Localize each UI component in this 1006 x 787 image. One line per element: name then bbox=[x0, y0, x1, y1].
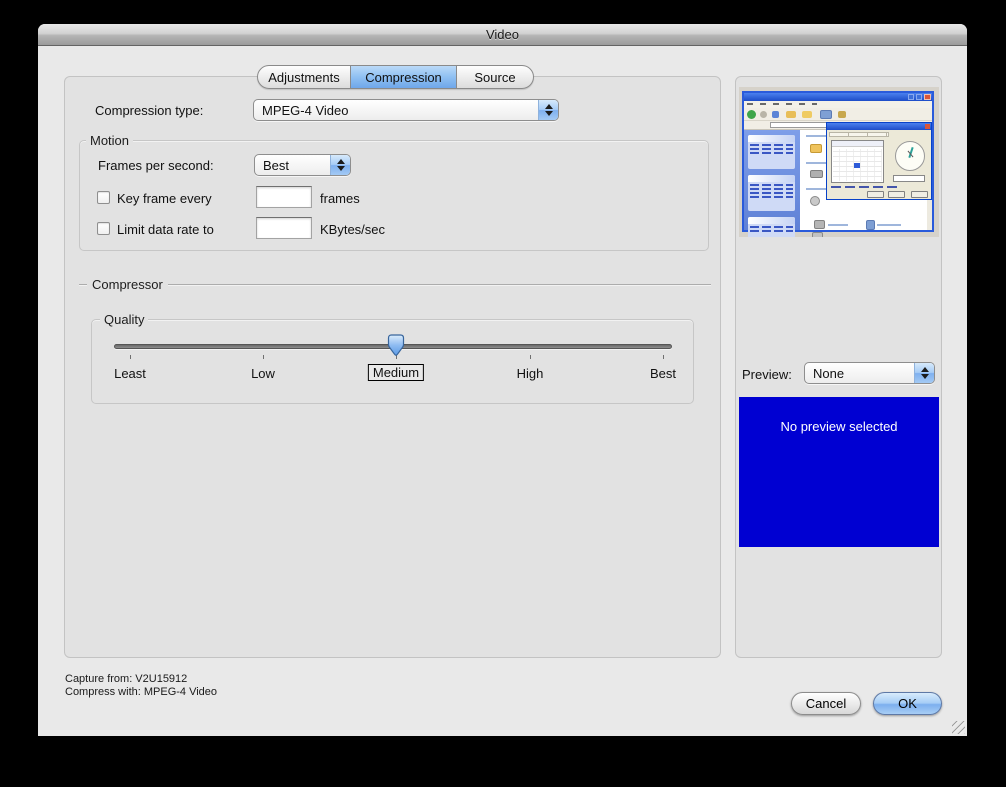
settings-tab-strip: Adjustments Compression Source bbox=[257, 65, 534, 89]
quality-label-high[interactable]: High bbox=[517, 366, 544, 381]
key-frame-unit-label: frames bbox=[320, 191, 360, 206]
thumbnail-datetime-dialog bbox=[826, 122, 932, 200]
capture-from-text: Capture from: V2U15912 bbox=[65, 673, 187, 686]
frames-per-second-select[interactable]: Best bbox=[254, 154, 351, 176]
thumbnail-minimize-icon bbox=[908, 94, 914, 100]
key-frame-label: Key frame every bbox=[117, 191, 212, 206]
cancel-button[interactable]: Cancel bbox=[791, 692, 861, 715]
thumbnail-xp-titlebar bbox=[744, 93, 932, 101]
thumbnail-time-field bbox=[893, 175, 925, 182]
thumbnail-cd-icon bbox=[810, 196, 820, 206]
compress-with-text: Compress with: MPEG-4 Video bbox=[65, 686, 217, 699]
thumbnail-dialog-tabs bbox=[829, 132, 889, 137]
preview-label: Preview: bbox=[742, 367, 792, 382]
tab-compression[interactable]: Compression bbox=[351, 66, 457, 88]
thumbnail-apply-button bbox=[911, 191, 928, 198]
preview-value: None bbox=[805, 363, 914, 383]
motion-group: Motion Frames per second: Best Key frame… bbox=[79, 140, 709, 251]
quality-group: Quality Least Low Medium High Best bbox=[91, 319, 694, 404]
thumbnail-search-icon bbox=[786, 111, 796, 118]
thumbnail-places-pane bbox=[748, 175, 795, 211]
tab-source-label: Source bbox=[474, 70, 515, 85]
quality-label-low[interactable]: Low bbox=[251, 366, 275, 381]
thumbnail-forward-icon bbox=[760, 111, 767, 118]
thumbnail-computer-icon bbox=[866, 220, 875, 230]
limit-data-rate-input[interactable] bbox=[256, 217, 312, 239]
thumbnail-tool-icon bbox=[838, 111, 846, 118]
compressor-section-divider: Compressor bbox=[79, 276, 711, 292]
slider-tick bbox=[530, 355, 531, 359]
thumbnail-details-pane bbox=[748, 217, 795, 237]
resize-grip[interactable] bbox=[952, 721, 965, 734]
thumbnail-folder-icon bbox=[810, 144, 822, 153]
key-frame-checkbox[interactable] bbox=[97, 191, 110, 204]
thumbnail-task-pane bbox=[748, 135, 795, 169]
thumbnail-calendar bbox=[831, 140, 884, 183]
compression-type-value: MPEG-4 Video bbox=[254, 100, 538, 120]
limit-data-rate-label: Limit data rate to bbox=[117, 222, 214, 237]
thumbnail-camera-icon bbox=[812, 232, 823, 237]
screenshot-background: Video Adjustments Compression Source Com… bbox=[0, 0, 1006, 787]
thumbnail-drive-icon bbox=[810, 170, 823, 178]
thumbnail-xp-toolbar bbox=[744, 108, 932, 121]
preview-select[interactable]: None bbox=[804, 362, 935, 384]
preview-panel: Preview: None No preview selected bbox=[735, 76, 942, 658]
tab-adjustments[interactable]: Adjustments bbox=[258, 66, 351, 88]
compressor-section-title: Compressor bbox=[87, 277, 168, 292]
limit-data-rate-checkbox[interactable] bbox=[97, 222, 110, 235]
stepper-arrows-icon bbox=[914, 363, 934, 383]
quality-label-least[interactable]: Least bbox=[114, 366, 146, 381]
video-source-thumbnail bbox=[739, 87, 939, 237]
slider-tick bbox=[663, 355, 664, 359]
thumbnail-cancel-button bbox=[888, 191, 905, 198]
compression-type-label: Compression type: bbox=[95, 103, 203, 118]
window-title: Video bbox=[486, 27, 519, 42]
frames-per-second-label: Frames per second: bbox=[98, 158, 214, 173]
limit-data-rate-unit-label: KBytes/sec bbox=[320, 222, 385, 237]
thumbnail-xp-sidebar bbox=[744, 130, 800, 230]
slider-tick bbox=[130, 355, 131, 359]
thumbnail-dialog-text bbox=[831, 186, 901, 188]
video-dialog-window: Video Adjustments Compression Source Com… bbox=[38, 24, 967, 736]
key-frame-input[interactable] bbox=[256, 186, 312, 208]
tab-compression-label: Compression bbox=[365, 70, 442, 85]
thumbnail-close-icon bbox=[924, 94, 931, 100]
thumbnail-back-icon bbox=[747, 110, 756, 119]
quality-group-title: Quality bbox=[100, 312, 148, 327]
no-preview-message: No preview selected bbox=[739, 419, 939, 434]
frames-per-second-value: Best bbox=[255, 155, 330, 175]
window-titlebar[interactable]: Video bbox=[38, 24, 967, 46]
ok-button[interactable]: OK bbox=[873, 692, 942, 715]
stepper-arrows-icon bbox=[330, 155, 350, 175]
thumbnail-item-label bbox=[828, 224, 848, 226]
stepper-arrows-icon bbox=[538, 100, 558, 120]
compression-type-select[interactable]: MPEG-4 Video bbox=[253, 99, 559, 121]
thumbnail-maximize-icon bbox=[916, 94, 922, 100]
tab-adjustments-label: Adjustments bbox=[268, 70, 340, 85]
quality-label-best[interactable]: Best bbox=[650, 366, 676, 381]
thumbnail-clock bbox=[895, 141, 925, 171]
thumbnail-item-label bbox=[877, 224, 901, 226]
tab-source[interactable]: Source bbox=[457, 66, 533, 88]
preview-display-area: No preview selected bbox=[739, 397, 939, 547]
compression-settings-panel: Compression type: MPEG-4 Video Motion Fr… bbox=[64, 76, 721, 658]
thumbnail-dialog-close-icon bbox=[925, 124, 930, 129]
slider-tick bbox=[263, 355, 264, 359]
thumbnail-xp-menubar bbox=[744, 101, 932, 108]
thumbnail-up-icon bbox=[772, 111, 779, 118]
thumbnail-views-icon bbox=[820, 110, 832, 119]
thumbnail-shared-docs-icon bbox=[814, 220, 825, 229]
quality-slider-thumb[interactable] bbox=[387, 334, 405, 358]
thumbnail-folders-icon bbox=[802, 111, 812, 118]
thumbnail-ok-button bbox=[867, 191, 884, 198]
thumbnail-xp-window bbox=[742, 91, 934, 232]
motion-group-title: Motion bbox=[86, 133, 133, 148]
quality-label-medium-selected[interactable]: Medium bbox=[368, 364, 424, 381]
